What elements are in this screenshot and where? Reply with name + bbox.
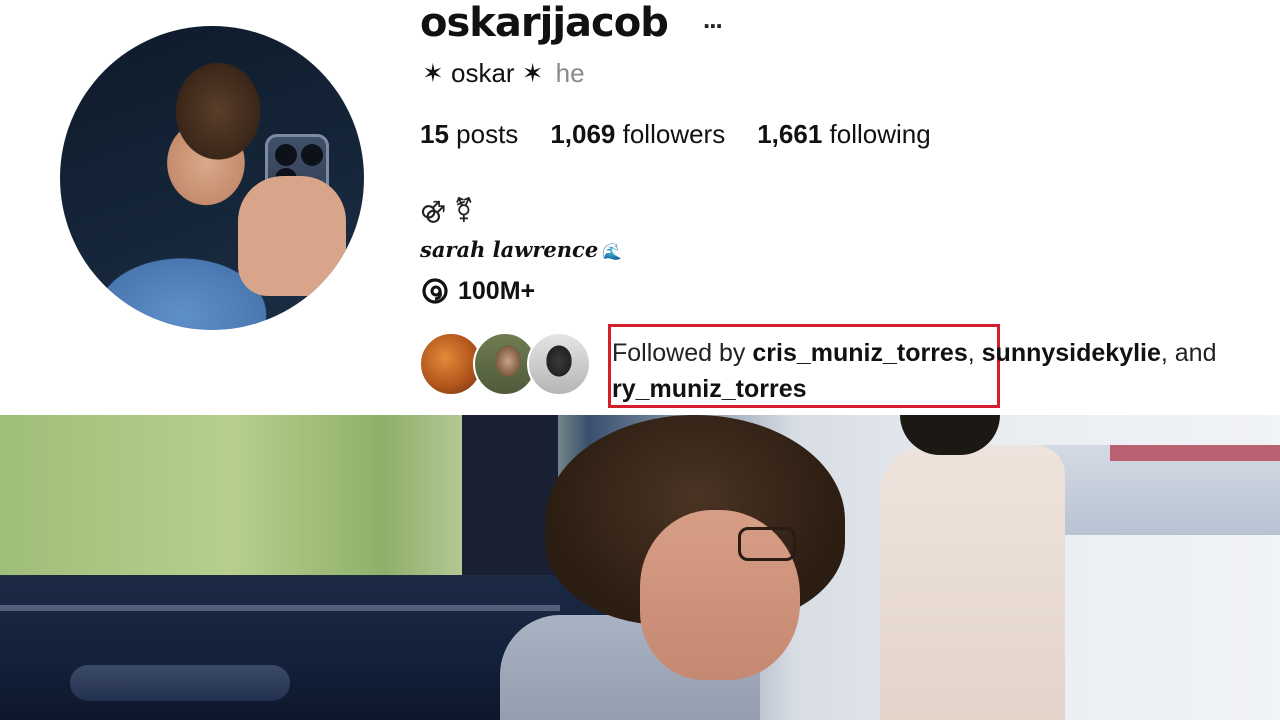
- door-trim-detail: [0, 605, 560, 611]
- followers-stat[interactable]: 1,069 followers: [550, 119, 725, 150]
- threads-icon: [422, 278, 448, 304]
- second-person-detail: [880, 445, 1065, 720]
- profile-pronouns: he: [555, 58, 585, 88]
- door-handle-detail: [70, 665, 290, 701]
- profile-username: oskarjjacob: [420, 0, 669, 46]
- posts-stat[interactable]: 15 posts: [420, 119, 518, 150]
- more-options-icon[interactable]: ...: [703, 4, 723, 35]
- following-stat[interactable]: 1,661 following: [757, 119, 930, 150]
- car-stripe-detail: [1110, 445, 1280, 461]
- followed-by-text[interactable]: Followed by cris_muniz_torres, sunnyside…: [612, 335, 1272, 407]
- followed-by-avatars[interactable]: [419, 332, 599, 398]
- car-frame-detail: [462, 415, 558, 585]
- profile-name-row: ✶ oskar ✶ he: [422, 58, 585, 89]
- wave-emoji-icon: 🌊: [602, 242, 623, 261]
- followed-by-user-link[interactable]: sunnysidekylie: [982, 339, 1161, 367]
- profile-full-name: ✶ oskar ✶: [422, 58, 544, 88]
- profile-avatar[interactable]: [60, 26, 364, 330]
- bio-symbols: ⚣ ⚧: [420, 196, 474, 224]
- profile-stats: 15 posts 1,069 followers 1,661 following: [420, 119, 931, 150]
- threads-badge[interactable]: 100M+: [420, 276, 535, 306]
- avatar-hands-detail: [238, 176, 346, 296]
- bio-school: sarah lawrence 🌊: [420, 237, 623, 262]
- followed-by-user-link[interactable]: ry_muniz_torres: [612, 375, 807, 403]
- profile-header: oskarjjacob ... ✶ oskar ✶ he 15 posts 1,0…: [0, 0, 1280, 415]
- glasses-detail: [738, 527, 796, 561]
- threads-count: 100M+: [458, 276, 536, 305]
- photo-image: [0, 415, 1280, 720]
- followed-by-user-link[interactable]: cris_muniz_torres: [752, 339, 967, 367]
- follower-avatar[interactable]: [527, 332, 591, 396]
